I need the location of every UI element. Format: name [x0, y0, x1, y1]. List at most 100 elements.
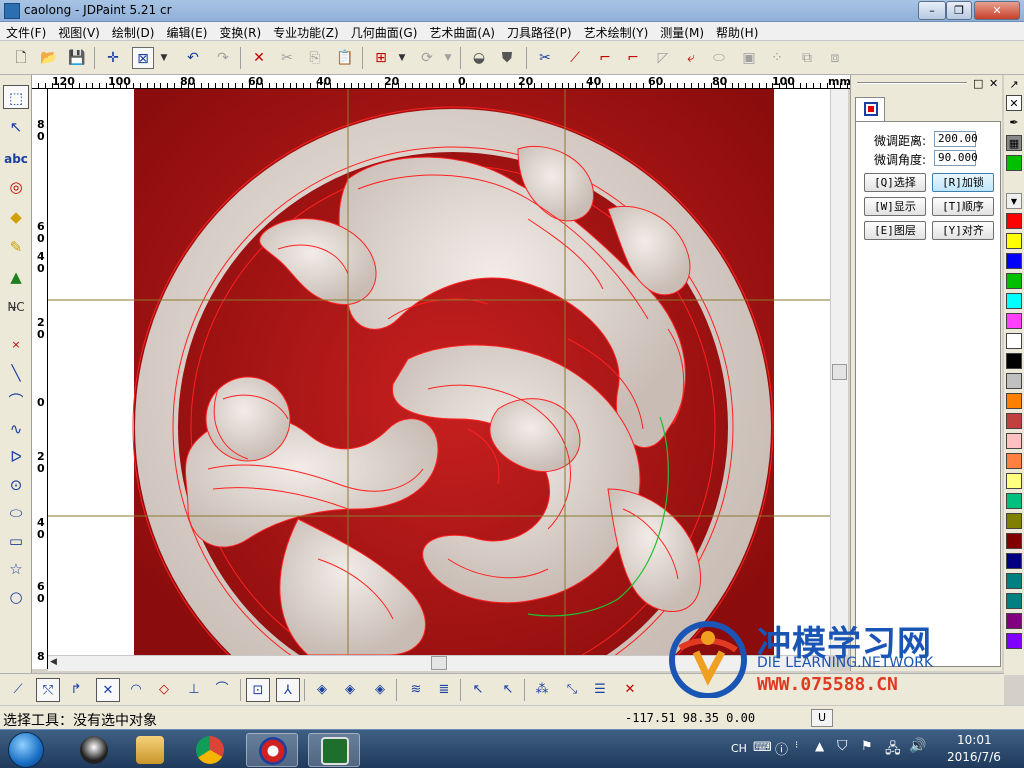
- select-button[interactable]: [Q]选择: [864, 173, 926, 192]
- axis-snap-icon[interactable]: ⅄: [276, 678, 300, 702]
- layer-stack-icon[interactable]: ≋: [404, 678, 428, 702]
- scatter-icon[interactable]: ⁂: [530, 678, 554, 702]
- volume-icon[interactable]: 🔊: [909, 738, 926, 754]
- shield-view-icon[interactable]: ⛊: [496, 47, 518, 69]
- node-diamond-add-icon[interactable]: ◈: [338, 678, 362, 702]
- lock-button[interactable]: [R]加锁: [932, 173, 994, 192]
- nudge-distance-input[interactable]: 200.00: [934, 131, 978, 147]
- flag-icon[interactable]: ⚑: [861, 739, 873, 754]
- slot-icon[interactable]: ⬭: [708, 47, 730, 69]
- save-icon[interactable]: 💾: [66, 47, 88, 69]
- fill-tool-icon[interactable]: ◆: [3, 205, 29, 229]
- color-swatch[interactable]: [1006, 573, 1022, 589]
- ellipse-icon[interactable]: ⬭: [3, 501, 29, 525]
- grid-snap-icon[interactable]: ⊡: [246, 678, 270, 702]
- curve-break-icon[interactable]: ⟋: [564, 47, 586, 69]
- circle-icon[interactable]: ⊙: [3, 473, 29, 497]
- network-icon[interactable]: 🖧: [885, 738, 901, 762]
- node-edit-icon[interactable]: ↖: [3, 115, 29, 139]
- paint-icon[interactable]: ✎: [3, 235, 29, 259]
- select-tool-icon[interactable]: ⬚: [3, 85, 29, 109]
- start-button[interactable]: [8, 732, 44, 768]
- ungroup-icon[interactable]: ⧈: [824, 47, 846, 69]
- star-icon[interactable]: ☆: [3, 557, 29, 581]
- menu-measure[interactable]: 测量(M): [654, 22, 710, 40]
- input-language[interactable]: CH: [731, 742, 747, 755]
- node-diamond-icon[interactable]: ◈: [310, 678, 334, 702]
- node-diamond-remove-icon[interactable]: ◈: [368, 678, 392, 702]
- vertical-scrollbar[interactable]: [830, 89, 848, 655]
- point-icon[interactable]: ×: [3, 333, 29, 357]
- clock-date[interactable]: 2016/7/6: [947, 750, 1001, 764]
- corner-icon[interactable]: ↱: [64, 678, 88, 702]
- drawing-canvas[interactable]: [48, 89, 830, 655]
- clock-time[interactable]: 10:01: [957, 733, 992, 747]
- menu-art-surface[interactable]: 艺术曲面(A): [423, 22, 501, 40]
- pointer-remove-icon[interactable]: ↖: [496, 678, 520, 702]
- new-file-icon[interactable]: 🗋: [10, 47, 32, 69]
- nudge-angle-input[interactable]: 90.000: [934, 150, 978, 166]
- color-swatch[interactable]: [1006, 273, 1022, 289]
- text-tool-icon[interactable]: abc: [3, 147, 29, 171]
- no-color-icon[interactable]: ✕: [1006, 95, 1022, 111]
- menu-geometry-surface[interactable]: 几何曲面(G): [345, 22, 424, 40]
- toolpath-cut-icon[interactable]: ✂: [534, 47, 556, 69]
- tangent-icon[interactable]: ⌒: [210, 678, 234, 702]
- paste-icon[interactable]: 📋: [334, 47, 356, 69]
- snap-grid-icon[interactable]: ⊞: [370, 47, 392, 69]
- taskbar-qq[interactable]: [68, 733, 120, 767]
- cancel-icon[interactable]: ✕: [618, 678, 642, 702]
- arc-tangent-icon[interactable]: ◠: [124, 678, 148, 702]
- panel-tab[interactable]: [855, 97, 885, 121]
- array-icon[interactable]: ⁘: [766, 47, 788, 69]
- color-swatch[interactable]: [1006, 633, 1022, 649]
- view-dropdown-icon[interactable]: ▼: [440, 47, 456, 69]
- offset-icon[interactable]: ▣: [738, 47, 760, 69]
- redo-icon[interactable]: ↷: [212, 47, 234, 69]
- panel-close-icon[interactable]: ✕: [989, 77, 998, 90]
- extend-icon[interactable]: ⌐: [622, 47, 644, 69]
- align-button[interactable]: [Y]对齐: [932, 221, 994, 240]
- dropdown-arrow-icon[interactable]: ▼: [156, 47, 172, 69]
- corner-trim-icon[interactable]: ⌐: [594, 47, 616, 69]
- unit-toggle-button[interactable]: U: [811, 709, 833, 727]
- color-swatch[interactable]: [1006, 373, 1022, 389]
- panel-grip[interactable]: [857, 82, 967, 84]
- draw-line-icon[interactable]: ⟋: [6, 678, 30, 702]
- security-shield-icon[interactable]: ⛉: [837, 738, 848, 754]
- layer-button[interactable]: [E]图层: [864, 221, 926, 240]
- layer-merge-icon[interactable]: ≣: [432, 678, 456, 702]
- show-hidden-icon[interactable]: ▲: [815, 739, 824, 753]
- line-icon[interactable]: ╲: [3, 361, 29, 385]
- vertical-scroll-thumb[interactable]: [832, 364, 847, 380]
- menu-art-draw[interactable]: 艺术绘制(Y): [578, 22, 655, 40]
- taskbar-chrome[interactable]: [184, 733, 236, 767]
- ellipse-select-icon[interactable]: ◎: [3, 175, 29, 199]
- pointer-add-icon[interactable]: ↖: [466, 678, 490, 702]
- center-snap-icon[interactable]: ◇: [152, 678, 176, 702]
- menu-edit[interactable]: 编辑(E): [160, 22, 213, 40]
- intersect-icon[interactable]: ✕: [96, 678, 120, 702]
- menu-draw[interactable]: 绘制(D): [106, 22, 161, 40]
- palette-pointer-icon[interactable]: ↗: [1006, 77, 1022, 93]
- spline-icon[interactable]: ∿: [3, 417, 29, 441]
- connect-icon[interactable]: ⤡: [560, 678, 584, 702]
- color-swatch[interactable]: [1006, 433, 1022, 449]
- scroll-left-icon[interactable]: ◀: [50, 657, 57, 667]
- help-icon[interactable]: ⓘ: [775, 739, 788, 758]
- pattern-icon[interactable]: ▦: [1006, 135, 1022, 151]
- undo-icon[interactable]: ↶: [182, 47, 204, 69]
- horizontal-scroll-thumb[interactable]: [431, 656, 447, 670]
- palette-scroll-icon[interactable]: ▼: [1006, 193, 1022, 209]
- color-swatch[interactable]: [1006, 353, 1022, 369]
- arc-icon[interactable]: ⌒: [3, 389, 29, 413]
- menu-toolpath[interactable]: 刀具路径(P): [501, 22, 578, 40]
- menu-transform[interactable]: 变换(R): [213, 22, 267, 40]
- color-swatch[interactable]: [1006, 213, 1022, 229]
- shade-view-icon[interactable]: ◒: [468, 47, 490, 69]
- color-swatch[interactable]: [1006, 155, 1022, 171]
- maximize-button[interactable]: ❐: [946, 1, 972, 20]
- color-swatch[interactable]: [1006, 593, 1022, 609]
- tray-menu-icon[interactable]: ⁝: [795, 740, 798, 751]
- crosshair-icon[interactable]: ✛: [102, 47, 124, 69]
